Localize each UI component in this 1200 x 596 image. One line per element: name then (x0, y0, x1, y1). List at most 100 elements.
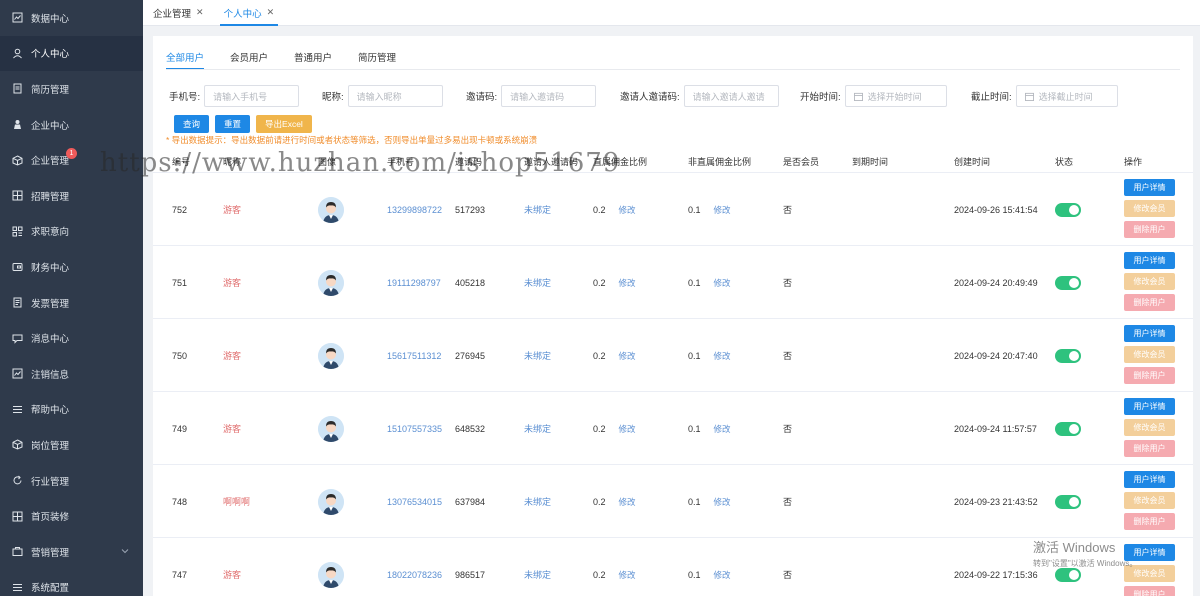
cell-is-member: 否 (783, 497, 793, 507)
sidebar-item[interactable]: 财务中心 (0, 249, 143, 285)
action-buttons: 查询 重置 导出Excel (174, 115, 312, 133)
start-time-picker[interactable]: 选择开始时间 (844, 85, 947, 107)
page-tab-enterprise[interactable]: 企业管理 ✕ (143, 0, 214, 25)
cell-created: 2024-09-24 11:57:57 (954, 423, 1037, 434)
delete-user-button[interactable]: 删除用户 (1124, 294, 1175, 311)
cell-phone[interactable]: 15617511312 (387, 319, 441, 392)
status-switch[interactable] (1055, 494, 1081, 509)
phone-input[interactable]: 请输入手机号 (204, 85, 300, 107)
sidebar-item[interactable]: 简历管理 (0, 71, 143, 107)
edit-ratio-link[interactable]: 修改 (619, 277, 636, 289)
edit-ratio-link[interactable]: 修改 (619, 569, 636, 581)
cell-inviter-code[interactable]: 未绑定 (524, 319, 551, 392)
cell-inviter-code[interactable]: 未绑定 (524, 173, 551, 246)
query-button[interactable]: 查询 (174, 115, 210, 133)
cell-phone[interactable]: 13299898722 (387, 173, 442, 246)
edit-ratio-link[interactable]: 修改 (619, 496, 636, 508)
avatar (318, 246, 344, 319)
sidebar-item[interactable]: 个人中心 (0, 35, 143, 72)
sidebar-item[interactable]: 企业中心 (0, 107, 143, 143)
reset-button[interactable]: 重置 (215, 115, 251, 133)
edit-ratio-link[interactable]: 修改 (714, 350, 731, 362)
edit-member-button[interactable]: 修改会员 (1124, 273, 1175, 290)
sidebar-item[interactable]: 营销管理 (0, 534, 143, 570)
tab-all-users[interactable]: 全部用户 (166, 50, 205, 70)
status-switch[interactable] (1055, 275, 1081, 290)
user-detail-button[interactable]: 用户详情 (1124, 471, 1175, 488)
cell-phone[interactable]: 19111298797 (387, 246, 441, 319)
status-toggle[interactable] (1055, 173, 1081, 246)
close-icon[interactable]: ✕ (267, 7, 275, 18)
edit-member-button[interactable]: 修改会员 (1124, 346, 1175, 363)
delete-user-button[interactable]: 删除用户 (1124, 221, 1175, 238)
sidebar-item[interactable]: 注销信息 (0, 356, 143, 392)
export-excel-button[interactable]: 导出Excel (256, 115, 312, 133)
ratio-value: 0.1 (688, 423, 701, 434)
refresh-icon (12, 475, 23, 486)
cell-is-member: 否 (783, 351, 793, 361)
nickname-input[interactable]: 请输入昵称 (347, 85, 443, 107)
delete-user-button[interactable]: 删除用户 (1124, 440, 1175, 457)
edit-ratio-link[interactable]: 修改 (619, 423, 636, 435)
edit-member-button[interactable]: 修改会员 (1124, 492, 1175, 509)
status-switch[interactable] (1055, 421, 1081, 436)
cell-inviter-code[interactable]: 未绑定 (524, 465, 551, 538)
status-toggle[interactable] (1055, 319, 1081, 392)
status-toggle[interactable] (1055, 246, 1081, 319)
delete-user-button[interactable]: 删除用户 (1124, 367, 1175, 384)
col-created: 创建时间 (954, 156, 991, 167)
edit-ratio-link[interactable]: 修改 (714, 423, 731, 435)
edit-ratio-link[interactable]: 修改 (619, 350, 636, 362)
edit-ratio-link[interactable]: 修改 (714, 277, 731, 289)
sidebar-item[interactable]: 首页装修 (0, 498, 143, 534)
cell-inviter-code[interactable]: 未绑定 (524, 538, 551, 596)
end-time-picker[interactable]: 选择截止时间 (1015, 85, 1118, 107)
user-type-tabs: 全部用户 会员用户 普通用户 简历管理 (166, 50, 422, 70)
edit-ratio-link[interactable]: 修改 (714, 204, 731, 216)
edit-member-button[interactable]: 修改会员 (1124, 419, 1175, 436)
cell-phone[interactable]: 15107557335 (387, 392, 442, 465)
page-tab-personal[interactable]: 个人中心 ✕ (214, 0, 285, 26)
cell-invite-code: 517293 (455, 204, 486, 215)
ratio-value: 0.1 (688, 204, 701, 215)
edit-ratio-link[interactable]: 修改 (714, 496, 731, 508)
edit-ratio-link[interactable]: 修改 (619, 204, 636, 216)
sidebar-item[interactable]: 行业管理 (0, 463, 143, 499)
inviter-code-input[interactable]: 请输入邀请人邀请 (683, 85, 779, 107)
cell-inviter-code[interactable]: 未绑定 (524, 246, 551, 319)
sidebar-item[interactable]: 数据中心 (0, 0, 143, 36)
user-detail-button[interactable]: 用户详情 (1124, 179, 1175, 196)
sidebar-item[interactable]: 求职意向 (0, 214, 143, 250)
tab-member-users[interactable]: 会员用户 (230, 50, 268, 70)
cell-phone[interactable]: 18022078236 (387, 538, 442, 596)
user-detail-button[interactable]: 用户详情 (1124, 252, 1175, 269)
user-detail-button[interactable]: 用户详情 (1124, 325, 1175, 342)
delete-user-button[interactable]: 删除用户 (1124, 513, 1175, 530)
delete-user-button[interactable]: 删除用户 (1124, 586, 1175, 596)
invite-code-input[interactable]: 请输入邀请码 (501, 85, 597, 107)
user-detail-button[interactable]: 用户详情 (1124, 398, 1175, 415)
sidebar-item[interactable]: 系统配置 (0, 570, 143, 596)
tab-normal-users[interactable]: 普通用户 (294, 50, 332, 70)
status-toggle[interactable] (1055, 392, 1081, 465)
sidebar-item[interactable]: 岗位管理 (0, 427, 143, 463)
edit-member-button[interactable]: 修改会员 (1124, 200, 1175, 217)
sidebar-item[interactable]: 消息中心 (0, 320, 143, 356)
table-row: 748 啊啊啊 13076534015 637984 未绑定 0.2 修改 0.1 修改 否 202… (153, 464, 1193, 537)
close-icon[interactable]: ✕ (196, 7, 204, 18)
cell-phone[interactable]: 13076534015 (387, 465, 442, 538)
status-switch[interactable] (1055, 567, 1081, 582)
sidebar-item[interactable]: 帮助中心 (0, 392, 143, 428)
tab-resume-manage[interactable]: 简历管理 (358, 50, 396, 70)
sidebar-item[interactable]: 招聘管理 (0, 178, 143, 214)
status-switch[interactable] (1055, 348, 1081, 363)
chevron-down-icon[interactable] (121, 547, 129, 555)
status-toggle[interactable] (1055, 465, 1081, 538)
status-switch[interactable] (1055, 202, 1081, 217)
filter-start-time: 开始时间: 选择开始时间 (800, 85, 947, 107)
filter-nickname: 昵称: 请输入昵称 (322, 85, 443, 107)
cell-inviter-code[interactable]: 未绑定 (524, 392, 551, 465)
ratio-value: 0.2 (593, 569, 606, 580)
sidebar-item[interactable]: 发票管理 (0, 285, 143, 321)
edit-ratio-link[interactable]: 修改 (714, 569, 731, 581)
